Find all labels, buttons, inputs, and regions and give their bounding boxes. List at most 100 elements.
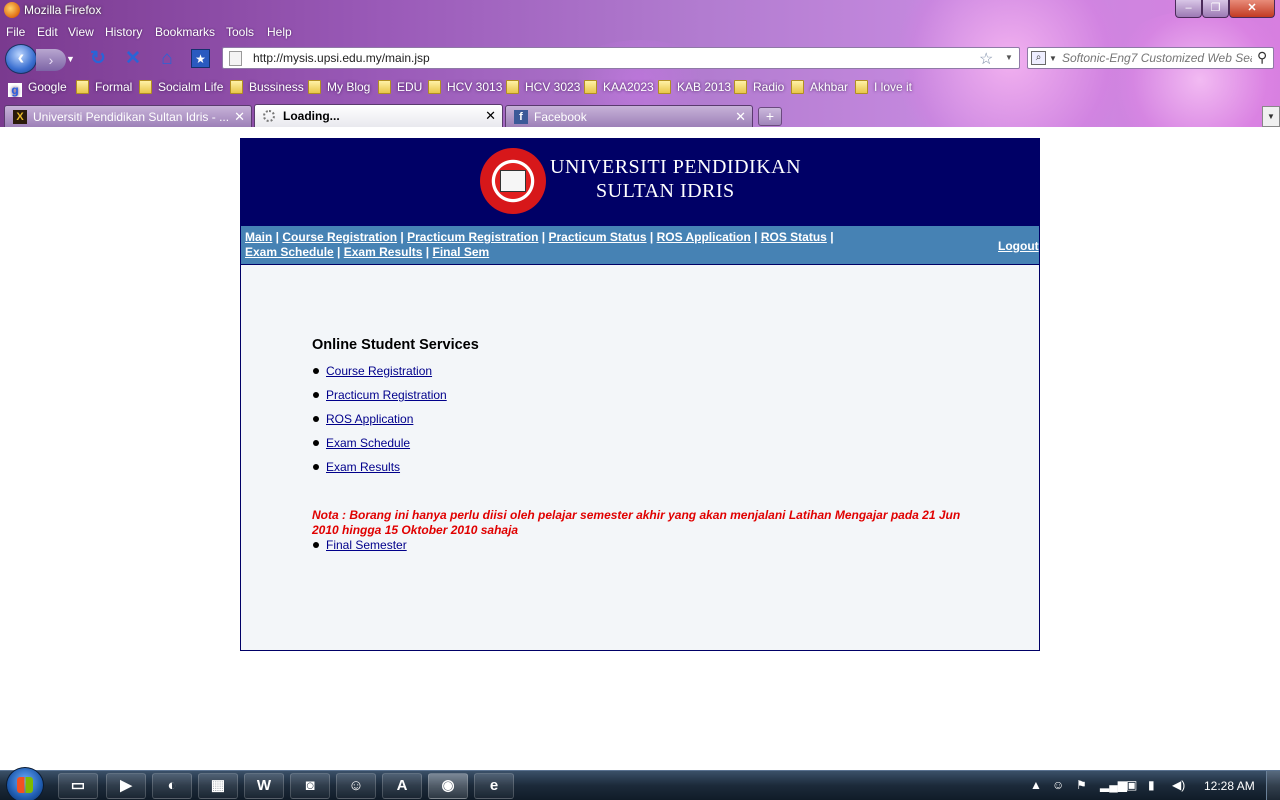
internet-explorer-icon[interactable]: e	[474, 773, 514, 799]
menu-tools[interactable]: Tools	[226, 25, 254, 39]
bookmark-folder[interactable]: My Blog	[308, 80, 370, 98]
menu-help[interactable]: Help	[267, 25, 292, 39]
tab-loading[interactable]: Loading... ✕	[254, 104, 503, 127]
search-engine-dropdown-icon[interactable]: ▼	[1049, 54, 1057, 63]
media-player-icon[interactable]: ▶	[106, 773, 146, 799]
minimize-button[interactable]: –	[1175, 0, 1202, 18]
url-text[interactable]: http://mysis.upsi.edu.my/main.jsp	[253, 51, 430, 65]
course-registration-link[interactable]: Course Registration	[326, 364, 432, 378]
tray-expand-icon[interactable]: ▲	[1030, 778, 1042, 792]
bookmark-folder[interactable]: Radio	[734, 80, 784, 98]
close-tab-icon[interactable]: ✕	[735, 109, 746, 125]
window-title: Mozilla Firefox	[24, 3, 102, 17]
bullet-icon	[313, 440, 319, 446]
start-button[interactable]	[6, 767, 44, 800]
tab-upsi[interactable]: X Universiti Pendidikan Sultan Idris - .…	[4, 105, 252, 127]
bluetooth-tray-icon[interactable]: ▣	[1126, 778, 1137, 792]
bookmark-google[interactable]: g Google	[8, 80, 67, 98]
title-bar: Mozilla Firefox – ❐ ✕	[0, 0, 1280, 21]
final-semester-link[interactable]: Final Semester	[326, 538, 407, 552]
google-icon: g	[8, 83, 22, 97]
nav-ros-status[interactable]: ROS Status	[761, 230, 827, 244]
action-center-flag-icon[interactable]: ⚑	[1076, 778, 1087, 792]
search-bar[interactable]: ⌕ ▼ ⚲	[1027, 47, 1274, 69]
back-button[interactable]: ‹	[5, 44, 37, 74]
folder-icon	[308, 80, 321, 94]
messenger-tray-icon[interactable]: ☺	[1052, 778, 1064, 792]
tab-facebook[interactable]: f Facebook ✕	[505, 105, 753, 127]
folder-icon	[139, 80, 152, 94]
bookmark-folder[interactable]: Bussiness	[230, 80, 304, 98]
maximize-button[interactable]: ❐	[1202, 0, 1229, 18]
nav-exam-results[interactable]: Exam Results	[344, 245, 423, 259]
folder-icon	[734, 80, 747, 94]
ros-application-link[interactable]: ROS Application	[326, 412, 413, 426]
bookmarks-toolbar: g Google Formal Socialm Life Bussiness My…	[0, 77, 1280, 99]
bookmark-folder[interactable]: Akhbar	[791, 80, 848, 98]
power-tray-icon[interactable]: ▮	[1148, 778, 1155, 792]
nav-exam-schedule[interactable]: Exam Schedule	[245, 245, 334, 259]
show-desktop-button[interactable]	[1266, 771, 1280, 800]
menu-bookmarks[interactable]: Bookmarks	[155, 25, 215, 39]
close-window-button[interactable]: ✕	[1229, 0, 1275, 18]
university-name-line2: SULTAN IDRIS	[596, 180, 735, 202]
folder-icon	[791, 80, 804, 94]
menu-history[interactable]: History	[105, 25, 142, 39]
nav-practicum-registration[interactable]: Practicum Registration	[407, 230, 538, 244]
word-icon[interactable]: W	[244, 773, 284, 799]
address-bar[interactable]: http://mysis.upsi.edu.my/main.jsp ☆ ▼	[222, 47, 1020, 69]
bookmark-folder[interactable]: KAA2023	[584, 80, 654, 98]
close-tab-icon[interactable]: ✕	[234, 109, 245, 125]
folder-icon	[506, 80, 519, 94]
explorer-icon[interactable]: ▭	[58, 773, 98, 799]
bookmark-folder[interactable]: I love it	[855, 80, 912, 98]
nav-ros-application[interactable]: ROS Application	[657, 230, 751, 244]
new-tab-button[interactable]: +	[758, 107, 782, 126]
nav-course-registration[interactable]: Course Registration	[282, 230, 397, 244]
nav-final-sem[interactable]: Final Sem	[432, 245, 489, 259]
university-name-line1: UNIVERSITI PENDIDIKAN	[550, 156, 802, 178]
home-icon[interactable]: ⌂	[156, 48, 178, 70]
bookmark-star-icon[interactable]: ☆	[979, 49, 993, 69]
bookmark-folder[interactable]: HCV 3013	[428, 80, 502, 98]
search-input[interactable]	[1062, 51, 1252, 65]
system-clock[interactable]: 12:28 AM	[1204, 779, 1255, 793]
reload-icon[interactable]: ↻	[87, 48, 109, 70]
nav-main[interactable]: Main	[245, 230, 272, 244]
tab-list-dropdown-icon[interactable]: ▼	[1262, 106, 1280, 127]
firefox-taskbar-icon[interactable]: ◉	[428, 773, 468, 799]
menu-file[interactable]: File	[6, 25, 25, 39]
media-app-icon[interactable]: ◙	[290, 773, 330, 799]
history-dropdown-icon[interactable]: ▼	[66, 54, 75, 64]
close-tab-icon[interactable]: ✕	[485, 108, 496, 124]
acrobat-icon[interactable]: A	[382, 773, 422, 799]
nav-practicum-status[interactable]: Practicum Status	[549, 230, 647, 244]
search-icon[interactable]: ⚲	[1257, 49, 1267, 66]
note-text: Nota : Borang ini hanya perlu diisi oleh…	[312, 508, 961, 537]
practicum-registration-link[interactable]: Practicum Registration	[326, 388, 447, 402]
top-navigation: Main | Course Registration | Practicum R…	[240, 226, 1040, 264]
bookmark-folder[interactable]: EDU	[378, 80, 422, 98]
loading-spinner-icon	[263, 110, 275, 122]
exam-schedule-link[interactable]: Exam Schedule	[326, 436, 410, 450]
bookmarks-star-icon[interactable]: ★	[191, 49, 210, 68]
search-engine-icon[interactable]: ⌕	[1031, 51, 1046, 65]
browser-chrome: Mozilla Firefox – ❐ ✕ File Edit View His…	[0, 0, 1280, 127]
stop-icon[interactable]: ✕	[122, 48, 144, 70]
chrome-icon[interactable]: ◐	[152, 773, 192, 799]
messenger-icon[interactable]: ☺	[336, 773, 376, 799]
url-dropdown-icon[interactable]: ▼	[1005, 53, 1013, 62]
bookmark-folder[interactable]: KAB 2013	[658, 80, 731, 98]
navigation-toolbar: ‹ › ▼ ↻ ✕ ⌂ ★ http://mysis.upsi.edu.my/m…	[0, 42, 1280, 74]
bookmark-folder[interactable]: Formal	[76, 80, 132, 98]
apps-grid-icon[interactable]: ▦	[198, 773, 238, 799]
logout-link[interactable]: Logout	[998, 239, 1039, 253]
volume-icon[interactable]: ◀)	[1172, 778, 1185, 792]
forward-button[interactable]: ›	[36, 49, 66, 71]
menu-edit[interactable]: Edit	[37, 25, 58, 39]
menu-view[interactable]: View	[68, 25, 94, 39]
exam-results-link[interactable]: Exam Results	[326, 460, 400, 474]
bookmark-folder[interactable]: HCV 3023	[506, 80, 580, 98]
network-signal-icon[interactable]: ▂▄▆	[1100, 778, 1127, 792]
bookmark-folder[interactable]: Socialm Life	[139, 80, 223, 98]
